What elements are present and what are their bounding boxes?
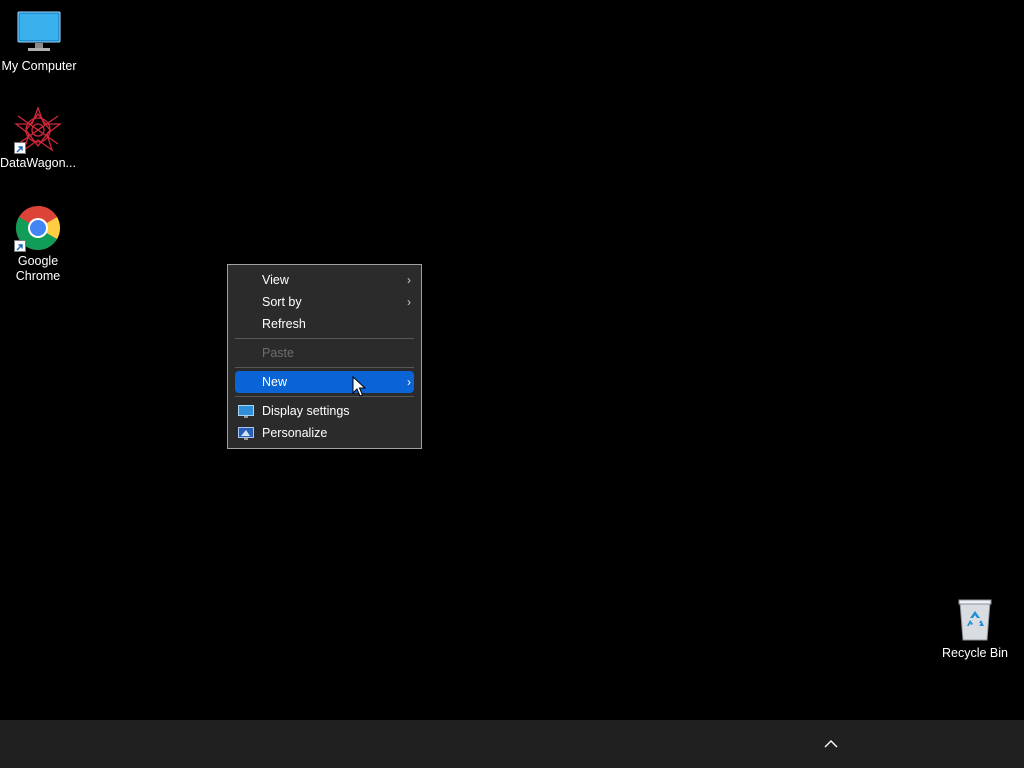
menu-separator	[235, 396, 414, 397]
menu-item-new[interactable]: New ›	[235, 371, 414, 393]
menu-item-personalize[interactable]: Personalize	[235, 422, 414, 444]
desktop-icon-label: Recycle Bin	[942, 646, 1008, 660]
shortcut-arrow-icon	[14, 240, 26, 252]
monitor-icon	[15, 9, 63, 57]
menu-item-refresh[interactable]: Refresh	[235, 313, 414, 335]
personalize-icon	[238, 426, 254, 440]
desktop-icon-label: My Computer	[1, 59, 77, 73]
desktop: My Computer DataWagon... Google Chrome R…	[0, 0, 1024, 720]
chevron-right-icon: ›	[407, 273, 411, 287]
menu-item-paste: Paste	[235, 342, 414, 364]
desktop-icon-label: DataWagon...	[0, 156, 76, 170]
taskbar	[0, 720, 1024, 768]
menu-item-label: Paste	[262, 346, 294, 360]
desktop-icon-label: Google Chrome	[15, 254, 61, 283]
menu-item-label: Refresh	[262, 317, 306, 331]
menu-item-label: Personalize	[262, 426, 328, 440]
menu-item-label: New	[262, 375, 288, 389]
chevron-up-icon[interactable]	[820, 734, 842, 754]
shortcut-arrow-icon	[14, 142, 26, 154]
chevron-right-icon: ›	[407, 295, 411, 309]
desktop-icon-my-computer[interactable]: My Computer	[1, 9, 77, 74]
menu-item-view[interactable]: View ›	[235, 269, 414, 291]
menu-separator	[235, 367, 414, 368]
menu-item-label: Sort by	[262, 295, 302, 309]
mouse-cursor-icon	[352, 375, 367, 398]
chevron-right-icon: ›	[407, 375, 411, 389]
datawagon-icon	[14, 106, 62, 154]
recycle-bin-icon	[951, 596, 999, 644]
chrome-icon	[14, 204, 62, 252]
desktop-context-menu: View › Sort by › Refresh Paste New › Dis…	[227, 264, 422, 449]
desktop-icon-datawagon[interactable]: DataWagon...	[0, 106, 76, 171]
display-settings-icon	[238, 404, 254, 418]
menu-item-sort-by[interactable]: Sort by ›	[235, 291, 414, 313]
desktop-icon-recycle-bin[interactable]: Recycle Bin	[937, 596, 1013, 661]
menu-item-display-settings[interactable]: Display settings	[235, 400, 414, 422]
menu-item-label: Display settings	[262, 404, 350, 418]
desktop-icon-google-chrome[interactable]: Google Chrome	[0, 204, 76, 284]
menu-separator	[235, 338, 414, 339]
menu-item-label: View	[262, 273, 289, 287]
